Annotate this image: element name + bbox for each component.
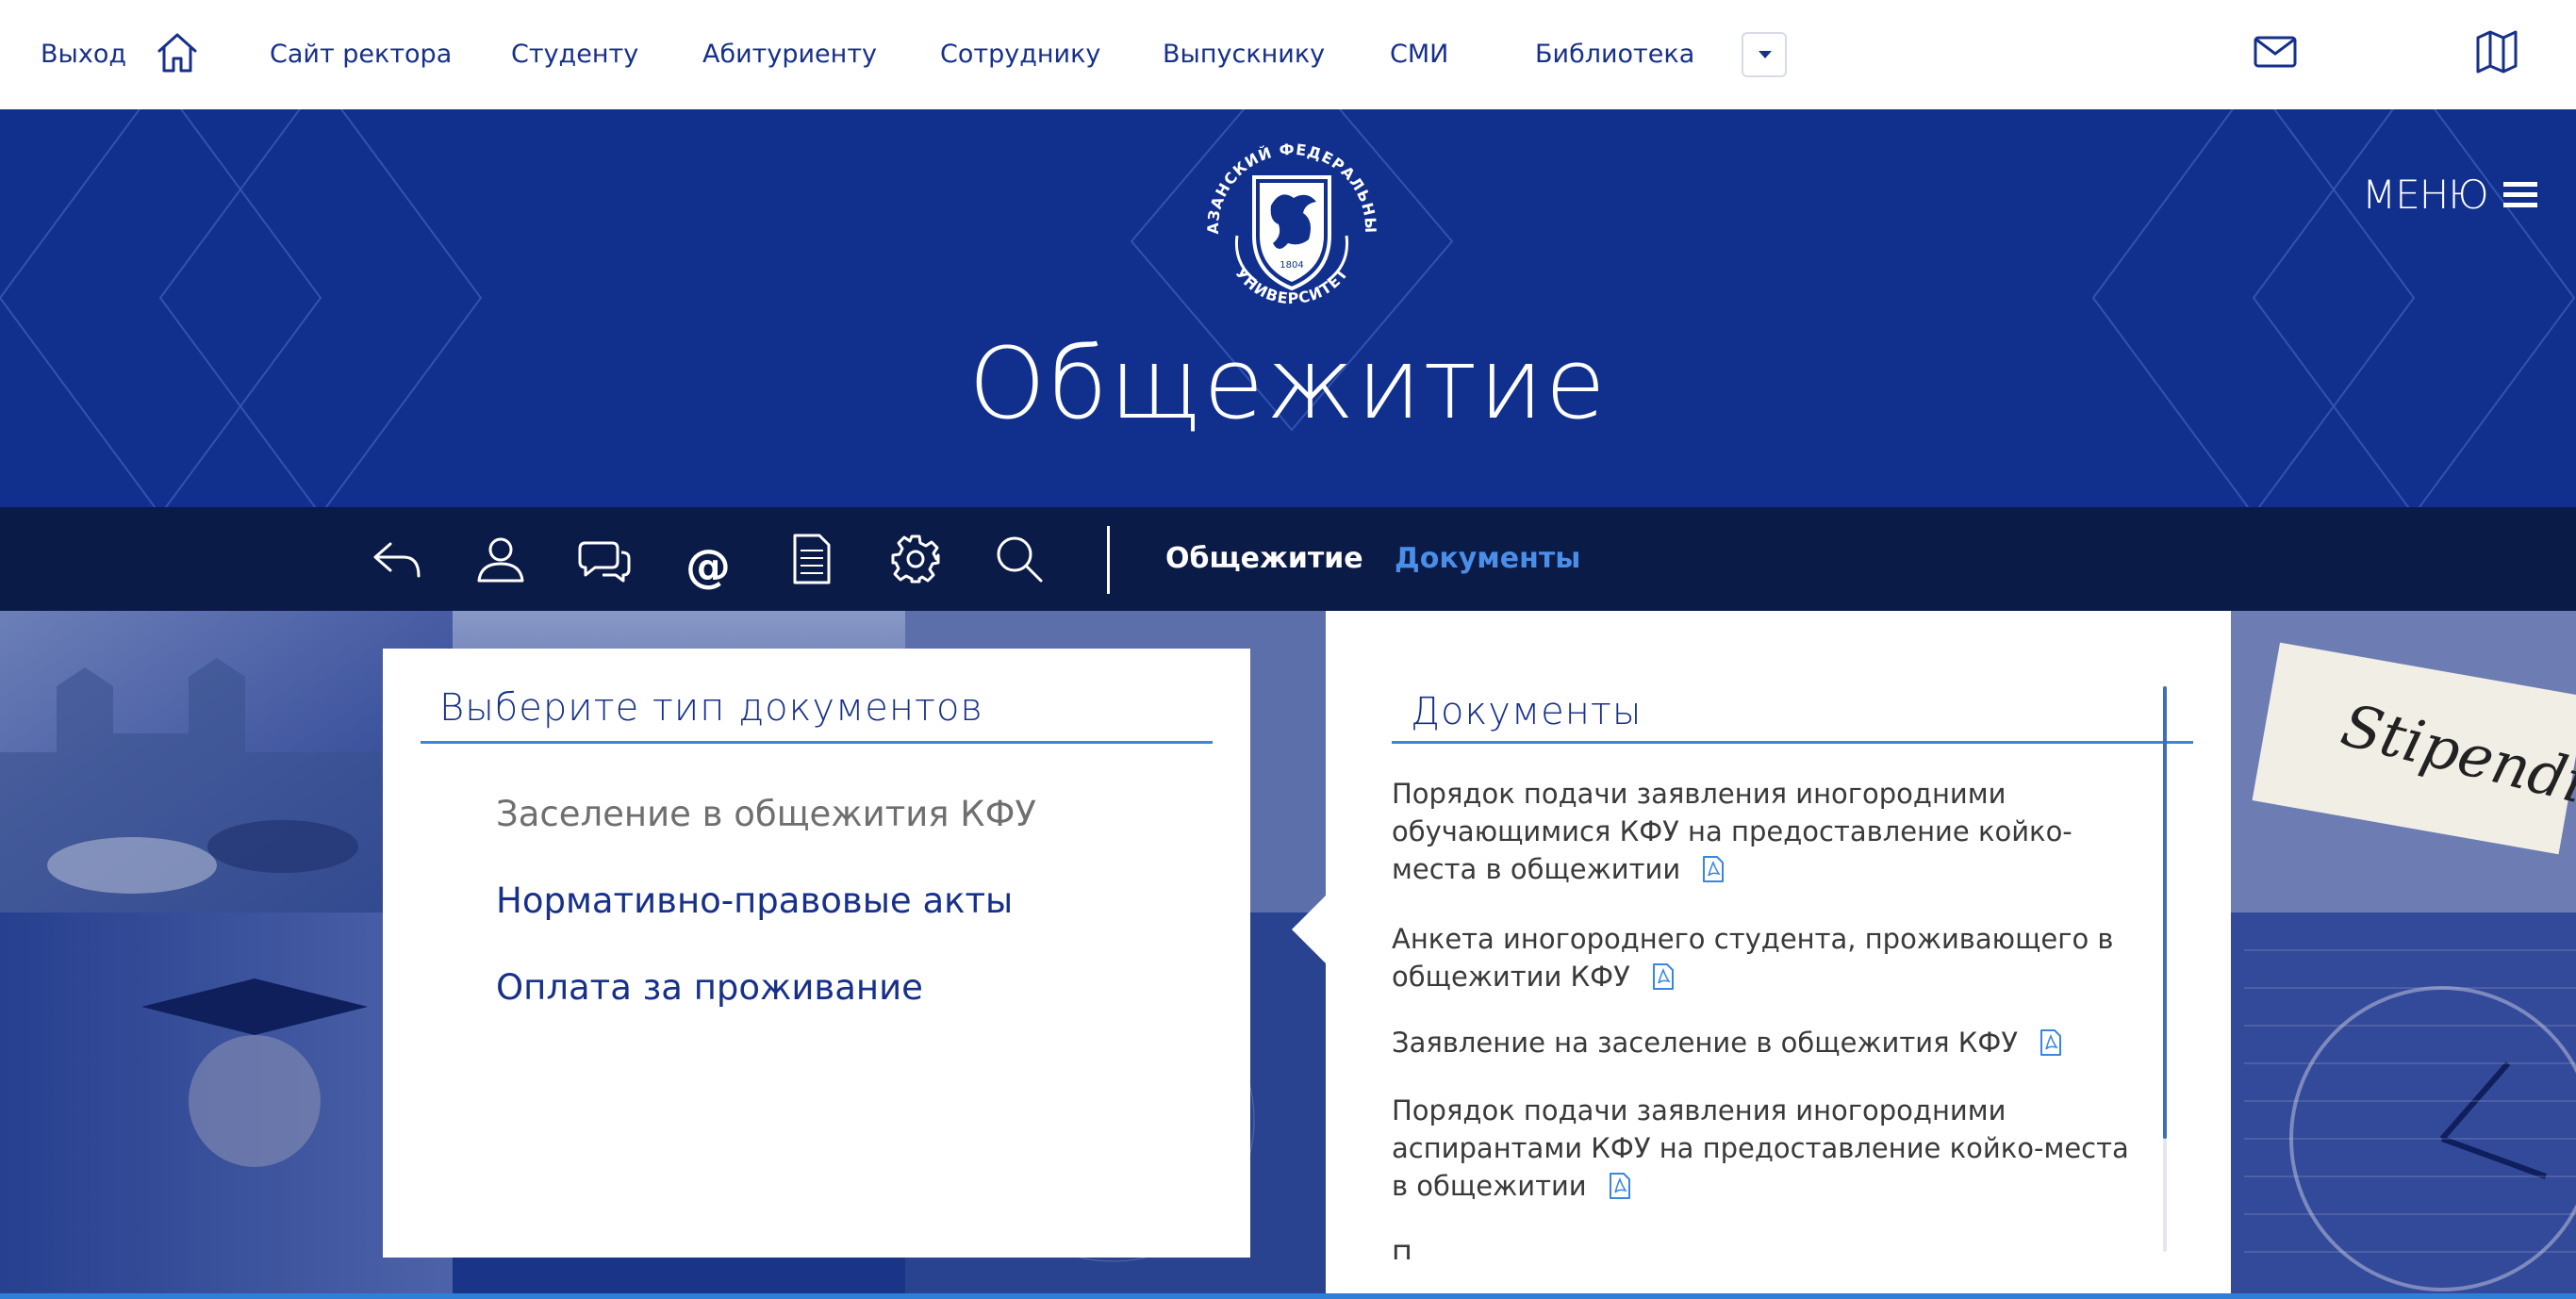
document-title: Анкета иногороднего студента, проживающе… — [1392, 923, 2114, 993]
bottom-accent-line — [0, 1293, 2576, 1299]
section-toolbar: 6 @ Общежитие Документы — [0, 507, 2576, 1069]
hero-banner: КАЗАНСКИЙ ФЕДЕРАЛЬНЫЙ УНИВЕРСИТЕТ 1804 О… — [0, 109, 2576, 507]
document-item[interactable]: Заявление на заселение в общежития КФУ — [1392, 1024, 2146, 1061]
document-title: П — [1392, 1240, 1412, 1259]
documents-scrollbar[interactable] — [2163, 686, 2167, 1252]
mail-icon[interactable] — [2254, 36, 2297, 72]
nav-dormitory[interactable]: Общежитие — [1165, 507, 1363, 611]
more-links-button[interactable] — [1742, 32, 1787, 77]
employee-link[interactable]: Сотруднику — [940, 0, 1100, 109]
documents-heading: Документы — [1411, 690, 1643, 733]
document-title: Заявление на заселение в общежития КФУ — [1392, 1027, 2019, 1059]
category-settlement[interactable]: Заселение в общежития КФУ — [496, 794, 1036, 834]
toolbar-divider — [1107, 526, 1110, 594]
document-icon[interactable] — [784, 532, 839, 586]
panel-pointer — [1292, 896, 1326, 963]
page-title: Общежитие — [968, 326, 1608, 441]
pdf-icon[interactable] — [1702, 855, 1725, 883]
pdf-icon[interactable] — [1652, 962, 1675, 991]
svg-text:1804: 1804 — [1280, 260, 1303, 271]
scrollbar-thumb[interactable] — [2163, 686, 2167, 1139]
heading-underline — [1392, 741, 2193, 744]
category-payment[interactable]: Оплата за проживание — [496, 967, 923, 1008]
nav-documents[interactable]: Документы — [1395, 507, 1580, 611]
document-type-heading: Выберите тип документов — [439, 686, 983, 730]
document-title: Порядок подачи заявления иногородними ас… — [1392, 1094, 2129, 1202]
kfu-logo: КАЗАНСКИЙ ФЕДЕРАЛЬНЫЙ УНИВЕРСИТЕТ 1804 — [1188, 123, 1379, 307]
reply-icon[interactable] — [370, 532, 424, 586]
graduate-link[interactable]: Выпускнику — [1163, 0, 1325, 109]
document-item[interactable]: Порядок подачи заявления иногородними ас… — [1392, 1092, 2146, 1205]
category-legal-acts[interactable]: Нормативно-правовые акты — [496, 880, 1013, 921]
document-title: Порядок подачи заявления иногородними об… — [1392, 778, 2072, 885]
top-navigation-bar: Выход Сайт ректора Студенту Абитуриенту … — [0, 0, 2576, 109]
document-item[interactable]: Порядок подачи заявления иногородними об… — [1392, 775, 2146, 888]
document-item-partial[interactable]: П — [1392, 1237, 2146, 1259]
user-icon[interactable] — [473, 532, 528, 586]
logout-link[interactable]: Выход — [41, 0, 126, 109]
document-type-panel: Выберите тип документов Заселение в обще… — [383, 649, 1250, 1258]
hamburger-icon — [2502, 182, 2537, 207]
student-link[interactable]: Студенту — [511, 0, 638, 109]
heading-underline — [421, 741, 1213, 744]
menu-label: МЕНЮ — [2362, 171, 2489, 218]
svg-text:@: @ — [685, 542, 731, 591]
rector-site-link[interactable]: Сайт ректора — [270, 0, 452, 109]
documents-panel: Документы Порядок подачи заявления иного… — [1292, 611, 2231, 1299]
main-menu-button[interactable]: МЕНЮ — [2362, 156, 2537, 232]
document-item[interactable]: Анкета иногороднего студента, проживающе… — [1392, 920, 2146, 995]
pdf-icon[interactable] — [1609, 1172, 1631, 1200]
chevron-down-icon — [1759, 51, 1772, 58]
at-icon[interactable]: @ — [681, 539, 735, 594]
search-icon[interactable] — [992, 532, 1047, 586]
pdf-icon[interactable] — [2039, 1028, 2062, 1057]
chat-icon[interactable] — [577, 532, 632, 586]
media-link[interactable]: СМИ — [1390, 0, 1448, 109]
applicant-link[interactable]: Абитуриенту — [702, 0, 877, 109]
home-icon[interactable] — [155, 30, 200, 75]
library-link[interactable]: Библиотека — [1535, 0, 1694, 109]
gear-icon[interactable] — [888, 532, 943, 586]
map-icon[interactable] — [2476, 30, 2518, 77]
